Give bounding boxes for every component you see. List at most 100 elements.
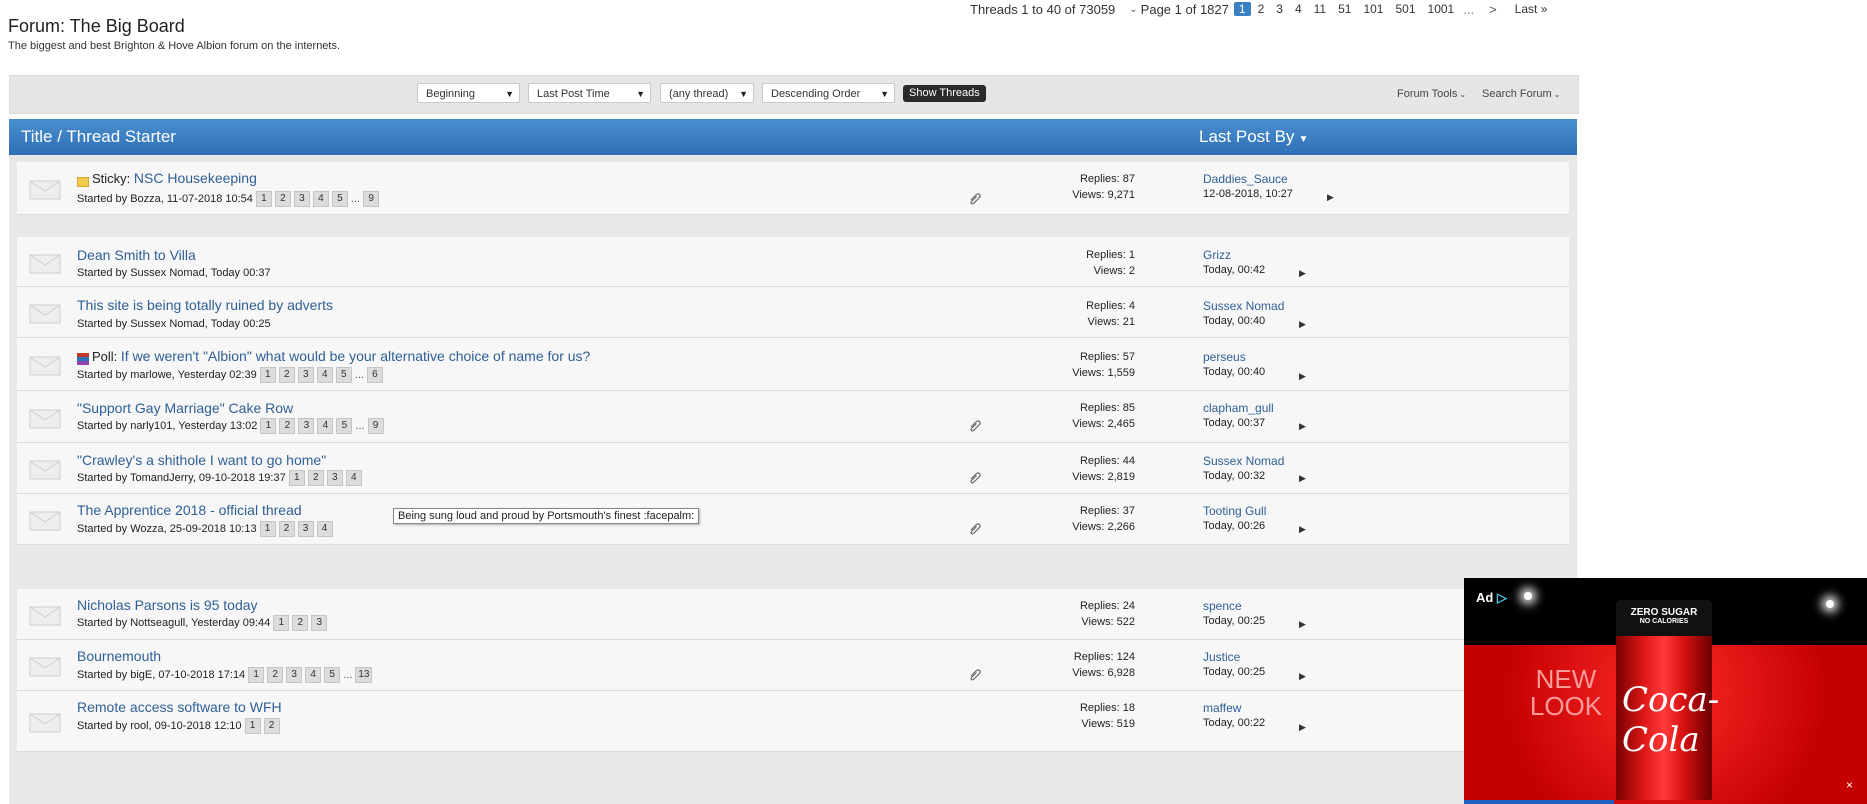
thread-title-link[interactable]: The Apprentice 2018 - official thread	[77, 502, 302, 518]
last-post-user[interactable]: Sussex Nomad	[1203, 299, 1284, 313]
page-link[interactable]: 4	[1290, 2, 1307, 16]
thread-page-link[interactable]: 3	[286, 667, 303, 683]
go-to-last-post-icon[interactable]: ▶	[1299, 671, 1306, 682]
go-to-last-post-icon[interactable]: ▶	[1299, 319, 1306, 330]
forum-tools-label: Forum Tools	[1397, 88, 1458, 100]
thread-page-link[interactable]: 1	[259, 367, 276, 383]
next-page-icon[interactable]: >	[1489, 2, 1497, 17]
go-to-last-post-icon[interactable]: ▶	[1299, 268, 1306, 279]
thread-page-link[interactable]: 1	[288, 470, 305, 486]
sort-select[interactable]: Last Post Time ▼	[528, 83, 651, 103]
thread-page-link[interactable]: 1	[273, 615, 290, 631]
thread-last-page-link[interactable]: 13	[355, 667, 373, 683]
go-to-last-post-icon[interactable]: ▶	[1299, 619, 1306, 630]
go-to-last-post-icon[interactable]: ▶	[1299, 524, 1306, 535]
last-post-user[interactable]: Sussex Nomad	[1203, 454, 1284, 468]
page-link[interactable]: 501	[1390, 2, 1420, 16]
go-to-last-post-icon[interactable]: ▶	[1299, 473, 1306, 484]
thread-title-link[interactable]: Bournemouth	[77, 648, 161, 664]
thread-page-link[interactable]: 4	[305, 667, 322, 683]
thread-page-link[interactable]: 3	[311, 615, 328, 631]
thread-page-link[interactable]: 2	[263, 718, 280, 734]
last-post-user[interactable]: spence	[1203, 599, 1242, 613]
thread-page-link[interactable]: 4	[345, 470, 362, 486]
go-to-last-post-icon[interactable]: ▶	[1299, 421, 1306, 432]
thread-title-link[interactable]: If we weren't "Albion" what would be you…	[121, 348, 590, 364]
thread-last-page-link[interactable]: 9	[363, 191, 380, 207]
ad-close-mute-icon[interactable]: ×	[1846, 778, 1853, 792]
thread-page-link[interactable]: 4	[316, 521, 333, 537]
thread-page-link[interactable]: 2	[307, 470, 324, 486]
page-link[interactable]: 11	[1309, 2, 1331, 16]
thread-page-link[interactable]: 3	[297, 367, 314, 383]
last-post-user[interactable]: maffew	[1203, 701, 1241, 715]
thread-page-link[interactable]: 3	[297, 521, 314, 537]
thread-title-link[interactable]: NSC Housekeeping	[134, 170, 257, 186]
replies-count: Replies: 44	[1079, 455, 1135, 467]
thread-page-link[interactable]: 4	[316, 367, 333, 383]
thread-row: Bournemouth Started by bigE, 07-10-2018 1…	[17, 640, 1569, 691]
thread-page-link[interactable]: 1	[255, 191, 272, 207]
thread-title-link[interactable]: Dean Smith to Villa	[77, 247, 196, 263]
thread-page-link[interactable]: 5	[331, 191, 348, 207]
page-link[interactable]: 51	[1333, 2, 1356, 16]
show-threads-button[interactable]: Show Threads	[903, 85, 986, 102]
page-link[interactable]: 1001	[1423, 2, 1460, 16]
envelope-icon	[29, 254, 61, 274]
page-link[interactable]: 3	[1271, 2, 1288, 16]
thread-page-link[interactable]: 5	[335, 367, 352, 383]
thread-page-link[interactable]: 2	[267, 667, 284, 683]
thread-title-link[interactable]: "Crawley's a shithole I want to go home"	[77, 452, 326, 468]
page-link[interactable]: 101	[1358, 2, 1388, 16]
chevron-down-icon[interactable]: ⌄	[1129, 4, 1137, 15]
thread-last-page-link[interactable]: 9	[367, 418, 384, 434]
thread-page-link[interactable]: 1	[260, 418, 277, 434]
title-column-header[interactable]: Title / Thread Starter	[21, 127, 176, 147]
page-link-current[interactable]: 1	[1233, 2, 1251, 16]
go-to-last-post-icon[interactable]: ▶	[1299, 722, 1306, 733]
from-select[interactable]: Beginning ▼	[417, 83, 520, 103]
search-forum-menu[interactable]: Search Forum ⌄	[1482, 88, 1560, 100]
ad-progress-bar	[1464, 800, 1614, 804]
last-post-user[interactable]: Daddies_Sauce	[1203, 172, 1288, 186]
thread-title-link[interactable]: Remote access software to WFH	[77, 699, 282, 715]
go-to-last-post-icon[interactable]: ▶	[1299, 371, 1306, 382]
thread-page-link[interactable]: 5	[336, 418, 353, 434]
page-label[interactable]: Page 1 of 1827	[1141, 2, 1229, 17]
go-to-last-post-icon[interactable]: ▶	[1327, 192, 1334, 203]
thread-page-link[interactable]: 3	[298, 418, 315, 434]
thread-page-link[interactable]: 5	[324, 667, 341, 683]
thread-page-link[interactable]: 2	[279, 418, 296, 434]
thread-page-link[interactable]: 2	[274, 191, 291, 207]
thread-page-link[interactable]: 1	[248, 667, 265, 683]
thread-title-link[interactable]: Nicholas Parsons is 95 today	[77, 597, 258, 613]
thread-page-link[interactable]: 3	[293, 191, 310, 207]
thread-last-page-link[interactable]: 6	[366, 367, 383, 383]
envelope-icon	[29, 713, 61, 733]
ad-badge[interactable]: Ad ▷	[1476, 590, 1507, 606]
order-select[interactable]: Descending Order ▼	[762, 83, 895, 103]
page-link[interactable]: 2	[1253, 2, 1270, 16]
video-ad[interactable]: Ad ▷ NEW LOOK ZERO SUGAR NO CALORIES Coc…	[1464, 578, 1867, 804]
last-page-link[interactable]: Last »	[1510, 2, 1553, 16]
thread-page-link[interactable]: 2	[278, 367, 295, 383]
last-post-column-header[interactable]: Last Post By ▼	[1199, 127, 1308, 147]
prefix-select[interactable]: (any thread) ▼	[660, 83, 754, 103]
thread-page-link[interactable]: 2	[292, 615, 309, 631]
thread-page-link[interactable]: 1	[259, 521, 276, 537]
thread-page-link[interactable]: 3	[326, 470, 343, 486]
last-post-user[interactable]: clapham_gull	[1203, 401, 1274, 415]
ad-headline: NEW LOOK	[1529, 664, 1603, 721]
last-post-user[interactable]: Justice	[1203, 650, 1240, 664]
thread-page-link[interactable]: 2	[278, 521, 295, 537]
thread-starter-text: Started by Nottseagull, Yesterday 09:44	[77, 617, 271, 629]
last-post-user[interactable]: Grizz	[1203, 248, 1231, 262]
thread-page-link[interactable]: 4	[312, 191, 329, 207]
last-post-user[interactable]: perseus	[1203, 350, 1246, 364]
thread-page-link[interactable]: 1	[244, 718, 261, 734]
last-post-user[interactable]: Tooting Gull	[1203, 504, 1266, 518]
thread-page-link[interactable]: 4	[317, 418, 334, 434]
thread-title-link[interactable]: This site is being totally ruined by adv…	[77, 297, 333, 313]
forum-tools-menu[interactable]: Forum Tools ⌄	[1397, 88, 1466, 100]
thread-title-link[interactable]: "Support Gay Marriage" Cake Row	[77, 400, 293, 416]
